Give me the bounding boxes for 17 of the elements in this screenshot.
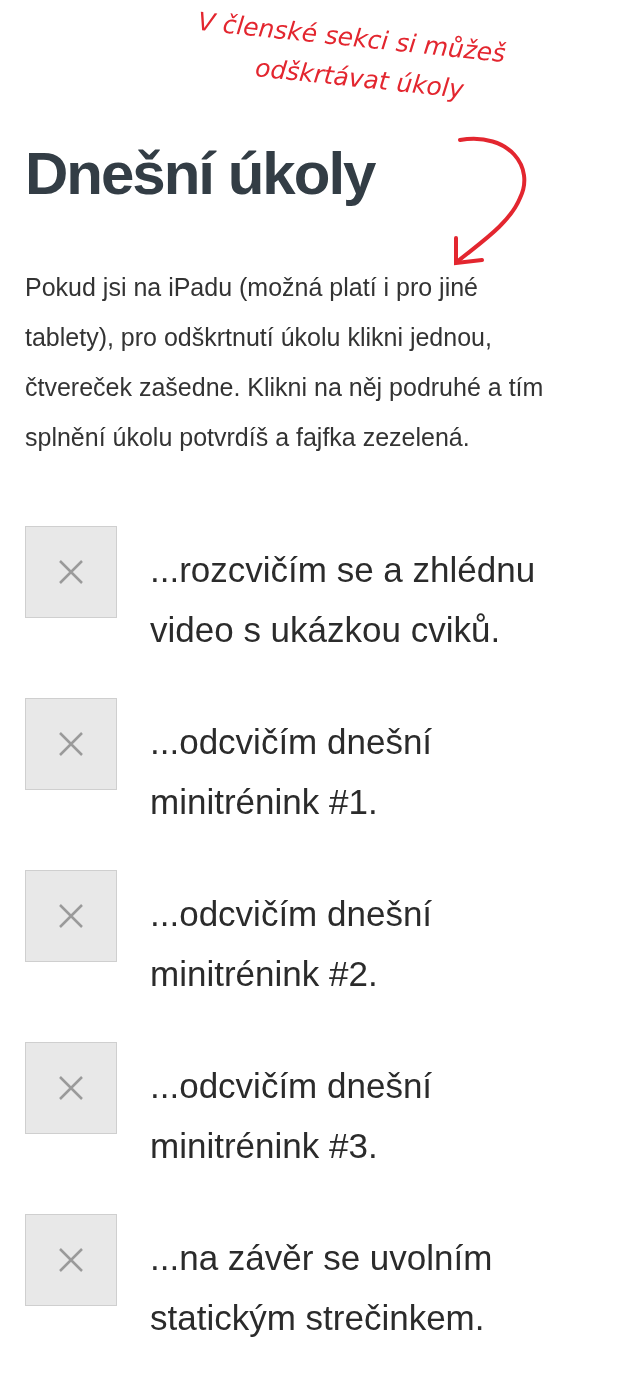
task-label: ...odcvičím dnešní minitrénink #3. bbox=[150, 1065, 434, 1167]
task-checkbox[interactable] bbox=[25, 698, 117, 790]
cross-icon bbox=[58, 731, 84, 757]
task-checkbox[interactable] bbox=[25, 870, 117, 962]
task-checkbox[interactable] bbox=[25, 1214, 117, 1306]
task-label: ...odcvičím dnešní minitrénink #1. bbox=[150, 721, 434, 823]
cross-icon bbox=[58, 1247, 84, 1273]
task-label: ...rozcvičím se a zhlédnu video s ukázkou cviků. bbox=[150, 549, 537, 651]
task-label: ...na závěr se uvolním statickým strečinkem. bbox=[150, 1237, 494, 1339]
intro-paragraph: Pokud jsi na iPadu (možná platí i pro jiné tablety), pro odškrtnutí úkolu klikni jednou, čtvereček zašedne. Klikni na něj podruhé a tím splnění úkolu potvrdíš a fajfka zezelená. bbox=[25, 272, 545, 453]
task-label: ...odcvičím dnešní minitrénink #2. bbox=[150, 893, 434, 995]
cross-icon bbox=[58, 903, 84, 929]
cross-icon bbox=[58, 1075, 84, 1101]
task-checkbox[interactable] bbox=[25, 526, 117, 618]
cross-icon bbox=[58, 559, 84, 585]
page-title: Dnešní úkoly bbox=[25, 139, 375, 209]
task-checkbox[interactable] bbox=[25, 1042, 117, 1134]
